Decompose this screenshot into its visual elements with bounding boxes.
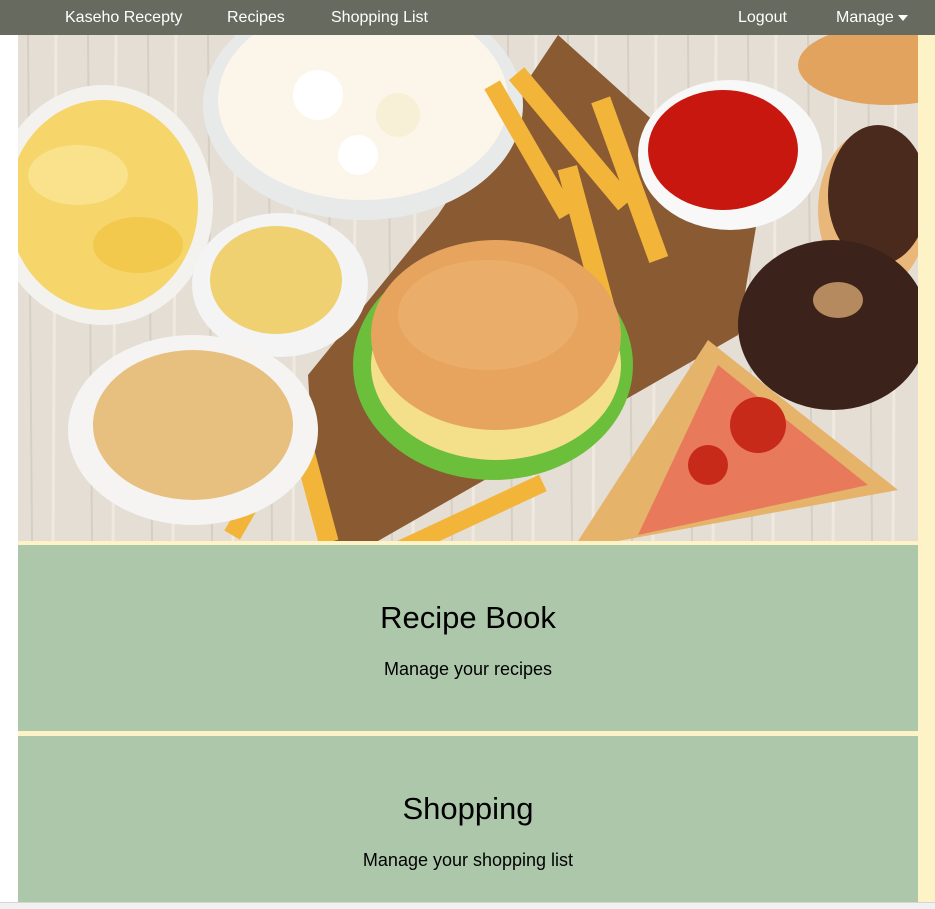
top-navbar: Kaseho Recepty Recipes Shopping List Log… [0,0,935,35]
brand-link[interactable]: Kaseho Recepty [65,0,182,35]
recipe-book-title: Recipe Book [380,600,556,635]
right-margin [918,35,935,903]
shopping-subtitle: Manage your shopping list [362,850,574,870]
caret-down-icon [897,14,908,21]
left-margin [0,35,18,903]
nav-shopping-list-link[interactable]: Shopping List [331,0,428,35]
recipe-book-subtitle: Manage your recipes [383,659,553,679]
hero-food-image [18,35,918,541]
food-illustration [18,35,918,541]
manage-label: Manage [836,9,894,26]
logout-link[interactable]: Logout [738,0,787,35]
shopping-title: Shopping [402,791,534,826]
manage-dropdown[interactable]: Manage [836,0,908,35]
recipe-book-card[interactable]: Recipe Book Manage your recipes [18,545,918,731]
nav-recipes-link[interactable]: Recipes [227,0,285,35]
shopping-card[interactable]: Shopping Manage your shopping list [18,736,918,902]
